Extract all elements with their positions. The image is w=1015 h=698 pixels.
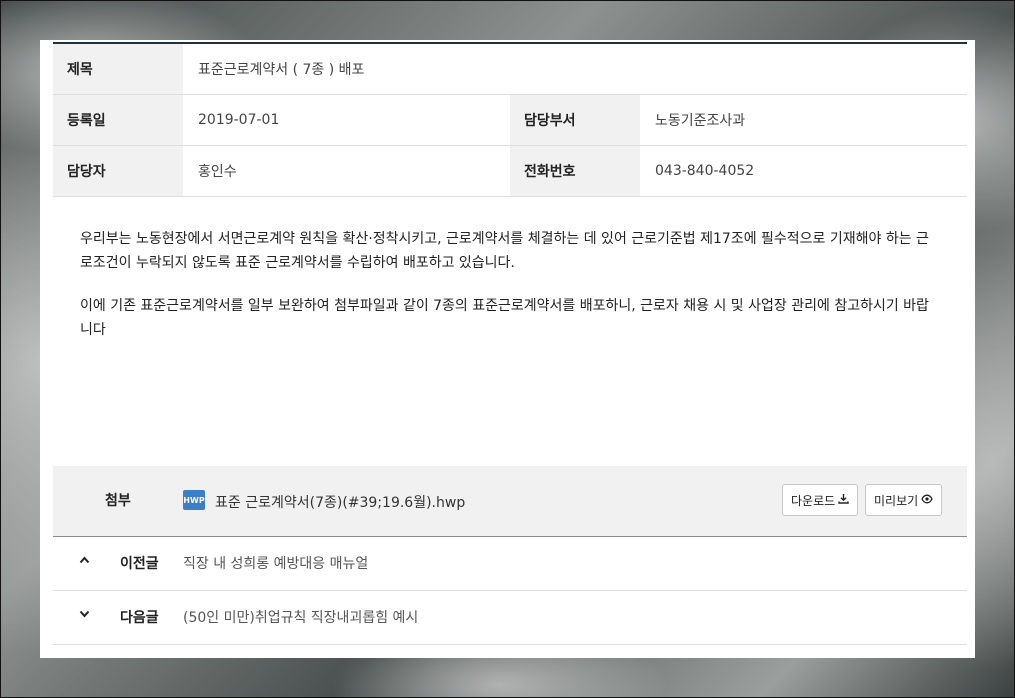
content-paragraph-2: 이에 기존 표준근로계약서를 일부 보완하여 첨부파일과 같이 7종의 표준근로… [80,298,929,338]
date-label: 등록일 [53,95,183,145]
dept-value: 노동기준조사과 [655,113,746,129]
phone-value: 043-840-4052 [655,163,755,179]
info-row-title: 제목 표준근로계약서 ( 7종 ) 배포 [53,44,967,95]
title-value: 표준근로계약서 ( 7종 ) 배포 [198,62,365,78]
next-post-row[interactable]: 다음글 (50인 미만)취업규칙 직장내괴롭힘 예시 [53,591,967,645]
preview-label: 미리보기 [874,493,919,508]
next-post-title[interactable]: (50인 미만)취업규칙 직장내괴롭힘 예시 [183,607,418,627]
title-label: 제목 [53,44,183,94]
info-row-date-dept: 등록일 2019-07-01 담당부서 노동기준조사과 [53,95,967,146]
download-icon [838,493,849,507]
attachment-section: 첨부 HWP 표준 근로계약서(7종)(#39;19.6월).hwp 다운로드 … [53,466,967,537]
board-view-panel: 제목 표준근로계약서 ( 7종 ) 배포 등록일 2019-07-01 담당부서… [40,40,975,658]
download-label: 다운로드 [791,493,836,508]
phone-label: 전화번호 [510,146,640,196]
chevron-down-icon [79,607,90,622]
person-label: 담당자 [53,146,183,196]
prev-post-label: 이전글 [120,556,159,572]
prev-post-row[interactable]: 이전글 직장 내 성희롱 예방대응 매뉴얼 [53,537,967,591]
preview-button[interactable]: 미리보기 [865,484,943,516]
download-button[interactable]: 다운로드 [782,484,859,516]
date-value: 2019-07-01 [198,112,280,128]
content-paragraph-1: 우리부는 노동현장에서 서면근로계약 원칙을 확산·정착시키고, 근로계약서를 … [80,231,929,271]
prev-post-title[interactable]: 직장 내 성희롱 예방대응 매뉴얼 [183,553,368,573]
info-row-person-phone: 담당자 홍인수 전화번호 043-840-4052 [53,146,967,197]
eye-icon [921,494,933,507]
dept-label: 담당부서 [510,95,640,145]
person-value: 홍인수 [198,164,237,180]
chevron-up-icon [79,553,90,568]
post-content: 우리부는 노동현장에서 서면근로계약 원칙을 확산·정착시키고, 근로계약서를 … [80,228,940,362]
attachment-file-name[interactable]: 표준 근로계약서(7종)(#39;19.6월).hwp [215,492,465,512]
attachment-label: 첨부 [105,493,131,509]
hwp-file-icon: HWP [183,490,205,510]
next-post-label: 다음글 [120,610,159,626]
info-table: 제목 표준근로계약서 ( 7종 ) 배포 등록일 2019-07-01 담당부서… [53,44,967,197]
